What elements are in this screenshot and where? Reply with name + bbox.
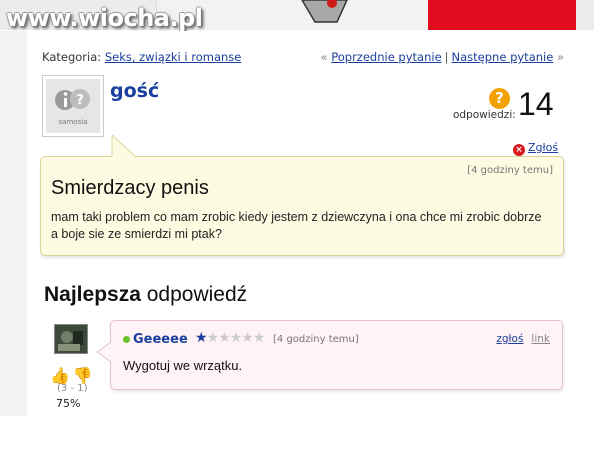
category-link[interactable]: Seks, związki i romanse [105, 50, 242, 64]
next-question-link[interactable]: Następne pytanie [452, 50, 554, 64]
site-logo[interactable]: www.wiocha.pl [6, 4, 203, 32]
answers-label: odpowiedzi: [453, 109, 516, 121]
star-empty-icon: ★ [206, 330, 220, 346]
prev-question-link[interactable]: Poprzednie pytanie [331, 50, 441, 64]
question-box: [4 godziny temu] Smierdzacy penis mam ta… [40, 156, 564, 256]
answer-timestamp: [4 godziny temu] [273, 334, 359, 345]
star-empty-icon: ★ [252, 330, 266, 346]
question-mark-icon: ? [489, 88, 510, 109]
answer-actions: zgłoś link [488, 333, 550, 345]
vote-tally: (3 - 1) [57, 383, 88, 394]
site-header: www.wiocha.pl [0, 0, 594, 32]
best-answer-heading-bold: Najlepsza [44, 283, 141, 306]
page-bottom [0, 416, 594, 468]
report-x-icon: × [513, 144, 525, 156]
next-arrow-icon: » [556, 50, 564, 64]
report-question-link[interactable]: Zgłoś [528, 141, 558, 154]
report-question: × Zgłoś [513, 141, 558, 156]
question-body: mam taki problem co mam zrobic kiedy jes… [51, 210, 542, 241]
star-empty-icon: ★ [241, 330, 254, 346]
question-bubble-tail [111, 135, 137, 158]
report-answer-link[interactable]: zgłoś [496, 333, 523, 345]
online-status-icon [123, 336, 130, 343]
vote-percent: 75% [56, 397, 81, 410]
best-answer-heading: Najlepsza odpowiedź [44, 283, 247, 307]
star-filled-icon: ★ [195, 330, 208, 346]
header-red-block [428, 0, 576, 30]
answer-permalink[interactable]: link [531, 333, 550, 345]
svg-text:?: ? [76, 93, 84, 108]
question-title: Smierdzacy penis [51, 177, 209, 199]
prev-arrow-icon: « [320, 50, 328, 64]
star-empty-icon: ★ [229, 330, 243, 346]
answer-bubble-tail [96, 342, 112, 363]
question-navigation: « Poprzednie pytanie | Następne pytanie » [321, 50, 564, 64]
answerer-avatar[interactable] [54, 324, 88, 354]
breadcrumb: Kategoria: Seks, związki i romanse [42, 50, 241, 64]
asker-username[interactable]: gość [110, 80, 159, 102]
question-timestamp: [4 godziny temu] [467, 165, 553, 176]
answers-count: 14 [518, 86, 554, 122]
star-empty-icon: ★ [218, 330, 231, 346]
best-answer-heading-rest: odpowiedź [140, 283, 248, 306]
avatar-caption: samosia [59, 118, 88, 126]
answer-text: Wygotuj we wrzątku. [123, 358, 243, 373]
breadcrumb-label: Kategoria: [42, 50, 102, 64]
answerer-username[interactable]: Geeeee [133, 332, 188, 347]
nav-separator: | [444, 50, 449, 64]
default-avatar-icon: ? samosia [55, 89, 90, 126]
left-margin [0, 31, 27, 416]
answer-box: Geeeee ★★★★★★ [4 godziny temu] zgłoś link… [110, 320, 563, 390]
rating-stars: ★★★★★★ [195, 330, 266, 346]
asker-avatar[interactable]: ? samosia [42, 75, 104, 137]
